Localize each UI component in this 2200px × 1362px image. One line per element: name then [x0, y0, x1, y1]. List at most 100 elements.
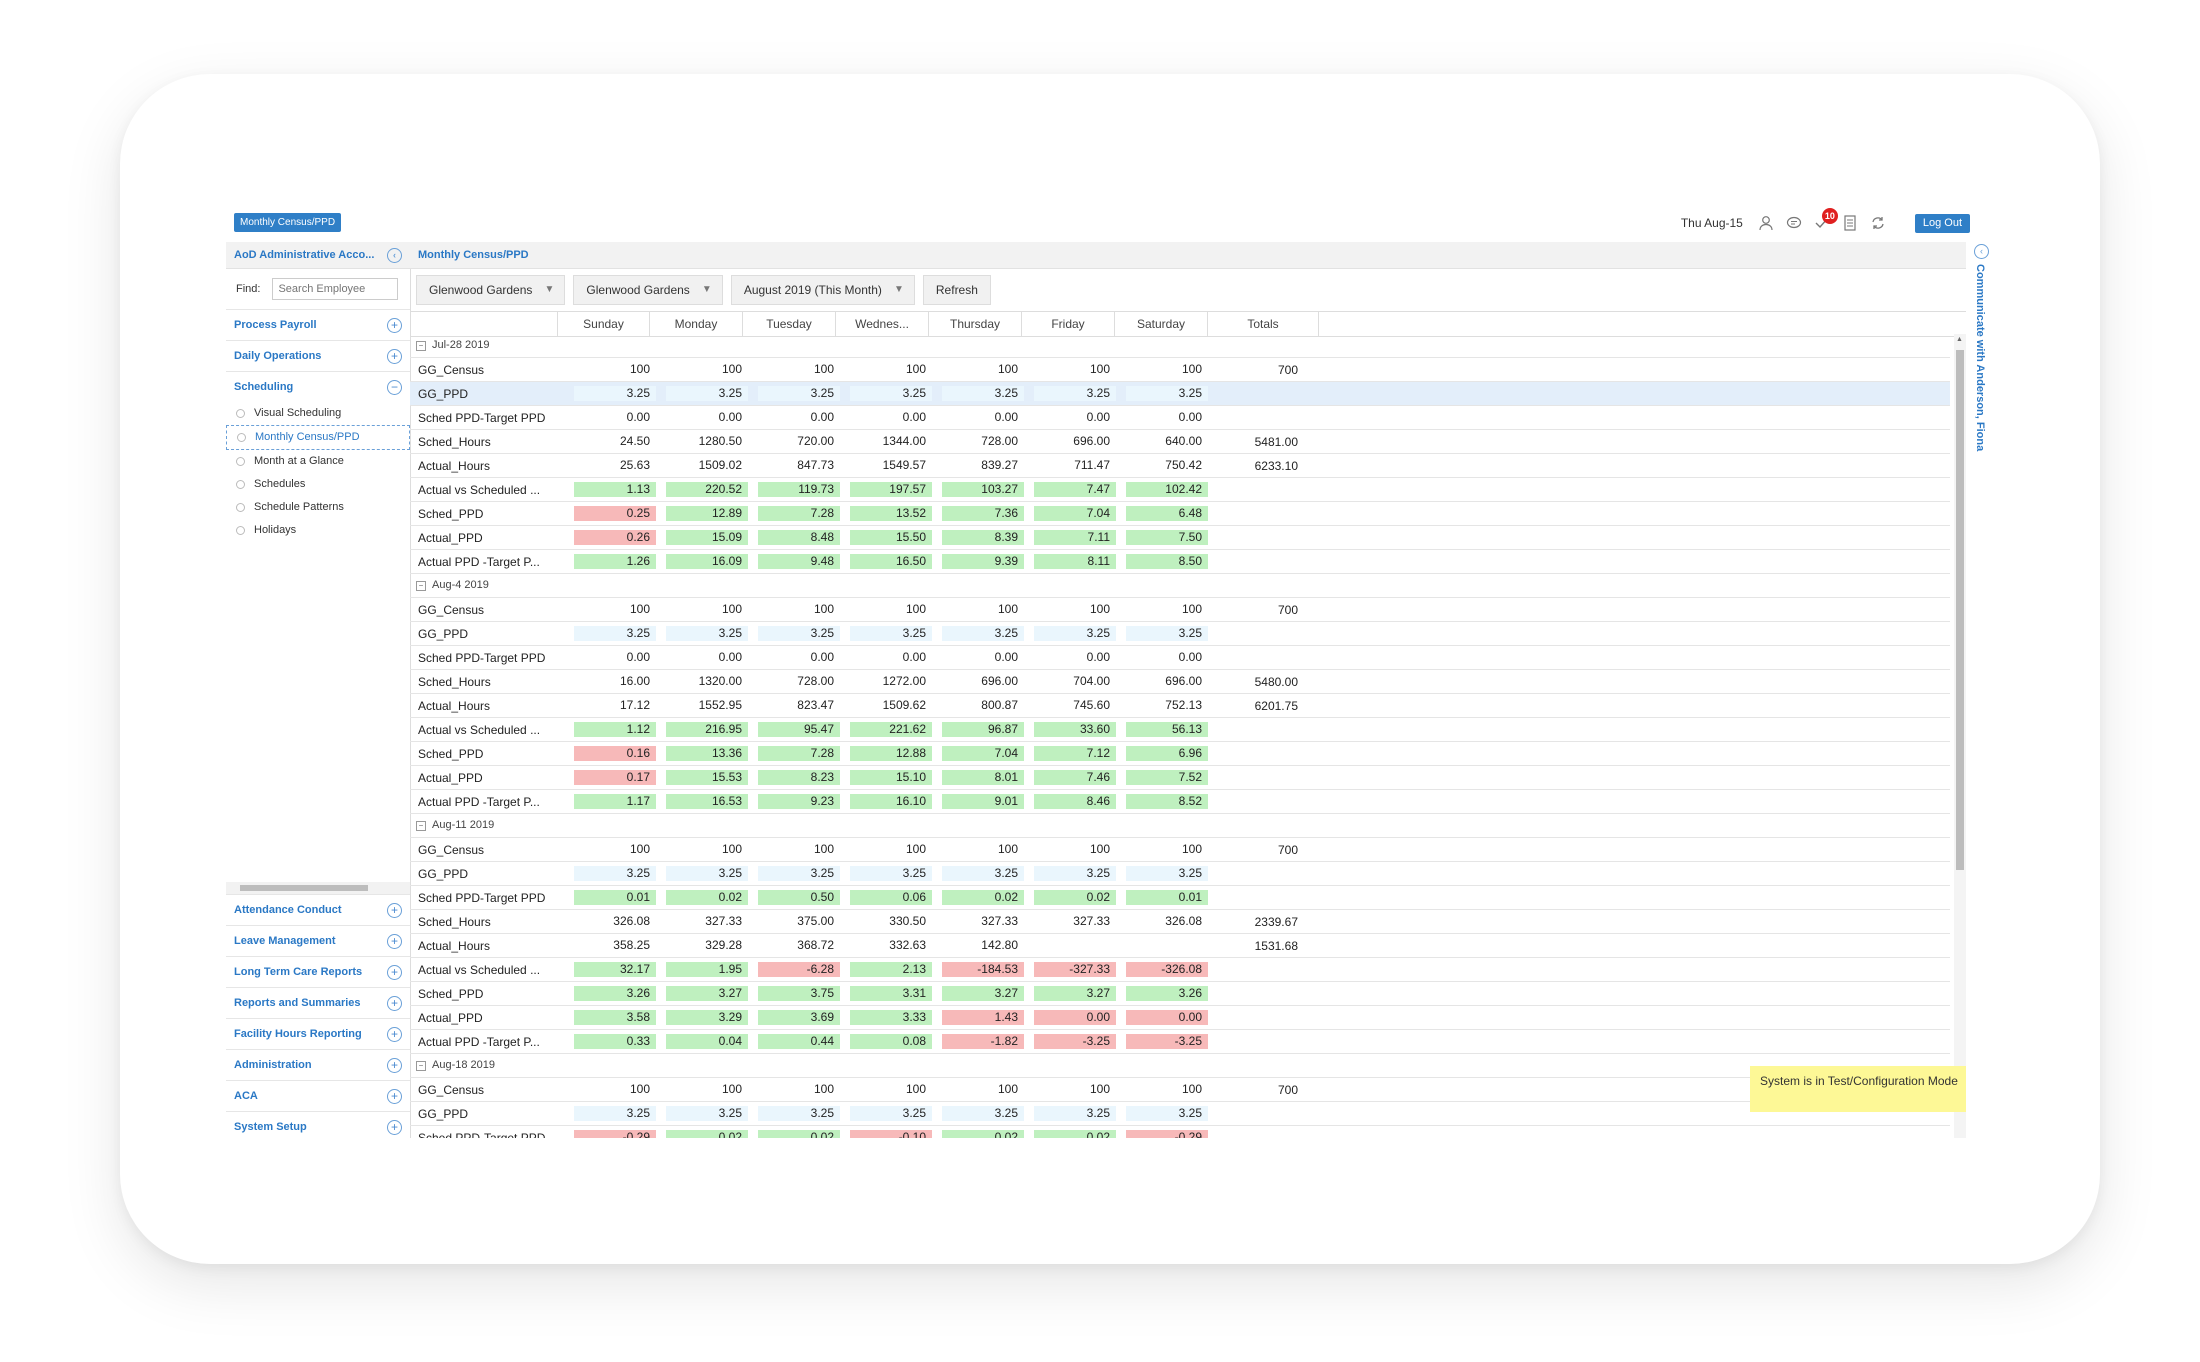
table-cell[interactable]: 752.13 — [1126, 698, 1208, 713]
sidebar-item-visual-scheduling[interactable]: Visual Scheduling — [226, 402, 410, 425]
sidebar-item-month-at-a-glance[interactable]: Month at a Glance — [226, 450, 410, 473]
table-cell[interactable]: 7.04 — [1034, 506, 1116, 521]
group-header[interactable]: − Aug-18 2019 — [410, 1054, 1950, 1078]
grid-vertical-scrollbar[interactable]: ▲ — [1954, 334, 1966, 1138]
table-cell[interactable]: 100 — [1034, 362, 1116, 377]
table-cell[interactable]: 100 — [942, 602, 1024, 617]
table-cell[interactable]: 3.25 — [1034, 626, 1116, 641]
table-cell[interactable] — [1034, 938, 1116, 953]
table-cell[interactable]: 0.50 — [758, 890, 840, 905]
table-cell[interactable]: 0.02 — [758, 1130, 840, 1138]
sidebar-item-schedules[interactable]: Schedules — [226, 473, 410, 496]
table-cell[interactable]: 0.00 — [1126, 650, 1208, 665]
table-cell[interactable]: 0.00 — [1034, 1010, 1116, 1025]
column-header[interactable]: Sunday — [558, 312, 650, 336]
table-cell[interactable]: 0.00 — [1034, 410, 1116, 425]
table-cell[interactable]: 100 — [666, 602, 748, 617]
expand-icon[interactable]: + — [387, 996, 402, 1011]
document-icon[interactable] — [1841, 214, 1859, 232]
table-cell[interactable]: 3.69 — [758, 1010, 840, 1025]
table-cell[interactable]: 0.26 — [574, 530, 656, 545]
table-cell[interactable]: -3.25 — [1034, 1034, 1116, 1049]
table-row[interactable]: Actual_Hours 25.63 1509.02 847.73 1549.57 839… — [410, 454, 1950, 478]
table-cell[interactable]: 3.29 — [666, 1010, 748, 1025]
expand-icon[interactable]: + — [387, 1089, 402, 1104]
table-row[interactable]: Sched_Hours 326.08 327.33 375.00 330.50 327.3… — [410, 910, 1950, 934]
table-cell[interactable]: 25.63 — [574, 458, 656, 473]
table-cell[interactable]: 327.33 — [1034, 914, 1116, 929]
table-row[interactable]: Sched PPD-Target PPD 0.00 0.00 0.00 0.00 0.00… — [410, 406, 1950, 430]
chat-icon[interactable] — [1785, 214, 1803, 232]
table-row[interactable]: Actual vs Scheduled ... 32.17 1.95 -6.28 2.1… — [410, 958, 1950, 982]
table-cell[interactable]: 3.58 — [574, 1010, 656, 1025]
sidebar-section-long-term-care-reports[interactable]: Long Term Care Reports + — [226, 956, 410, 987]
notifications-icon[interactable]: 10 — [1813, 208, 1838, 232]
table-row[interactable]: Actual_PPD 0.26 15.09 8.48 15.50 8.39 7.11 7.50 — [410, 526, 1950, 550]
table-cell[interactable]: 0.16 — [574, 746, 656, 761]
expand-icon[interactable]: + — [387, 318, 402, 333]
table-cell[interactable]: 1280.50 — [666, 434, 748, 449]
table-row[interactable]: Sched PPD-Target PPD 0.01 0.02 0.50 0.06 0.02… — [410, 886, 1950, 910]
table-cell[interactable]: 326.08 — [574, 914, 656, 929]
table-cell[interactable]: 103.27 — [942, 482, 1024, 497]
table-cell[interactable]: 1.95 — [666, 962, 748, 977]
table-cell[interactable]: -326.08 — [1126, 962, 1208, 977]
table-cell[interactable]: -3.25 — [1126, 1034, 1208, 1049]
table-cell[interactable]: 15.53 — [666, 770, 748, 785]
collapse-group-icon[interactable]: − — [416, 1060, 426, 1071]
table-cell[interactable]: 16.09 — [666, 554, 748, 569]
table-cell[interactable]: -6.28 — [758, 962, 840, 977]
table-cell[interactable]: 0.00 — [1034, 650, 1116, 665]
table-cell[interactable]: 1344.00 — [850, 434, 932, 449]
column-header[interactable]: Thursday — [929, 312, 1022, 336]
table-cell[interactable]: 16.53 — [666, 794, 748, 809]
table-cell[interactable]: 3.25 — [942, 386, 1024, 401]
table-cell[interactable]: 3.25 — [758, 866, 840, 881]
sidebar-section-leave-management[interactable]: Leave Management + — [226, 925, 410, 956]
table-cell[interactable]: 1.12 — [574, 722, 656, 737]
table-cell[interactable]: 8.46 — [1034, 794, 1116, 809]
sidebar-section-reports-and-summaries[interactable]: Reports and Summaries + — [226, 987, 410, 1018]
table-cell[interactable]: 3.27 — [942, 986, 1024, 1001]
logout-button[interactable]: Log Out — [1914, 213, 1970, 233]
table-cell[interactable]: 9.39 — [942, 554, 1024, 569]
table-cell[interactable]: 327.33 — [942, 914, 1024, 929]
table-cell[interactable]: 0.33 — [574, 1034, 656, 1049]
table-cell[interactable]: 1.13 — [574, 482, 656, 497]
table-cell[interactable]: 0.00 — [942, 410, 1024, 425]
facility-select-2[interactable]: Glenwood Gardens ▼ — [573, 275, 723, 305]
table-cell[interactable]: 16.50 — [850, 554, 932, 569]
table-cell[interactable]: 0.00 — [1126, 1010, 1208, 1025]
table-cell[interactable]: 329.28 — [666, 938, 748, 953]
table-cell[interactable]: 100 — [574, 602, 656, 617]
table-cell[interactable]: 3.25 — [758, 386, 840, 401]
search-employee-input[interactable] — [272, 278, 399, 300]
table-cell[interactable]: 728.00 — [758, 674, 840, 689]
table-cell[interactable]: 696.00 — [1034, 434, 1116, 449]
table-cell[interactable]: 221.62 — [850, 722, 932, 737]
table-cell[interactable]: 3.25 — [850, 386, 932, 401]
table-cell[interactable]: 0.02 — [666, 890, 748, 905]
user-icon[interactable] — [1757, 214, 1775, 232]
table-cell[interactable]: 327.33 — [666, 914, 748, 929]
table-cell[interactable]: 7.12 — [1034, 746, 1116, 761]
table-cell[interactable]: 1549.57 — [850, 458, 932, 473]
table-cell[interactable]: 3.26 — [574, 986, 656, 1001]
table-cell[interactable]: 100 — [574, 362, 656, 377]
table-cell[interactable]: -0.29 — [574, 1130, 656, 1138]
expand-icon[interactable]: + — [387, 349, 402, 364]
table-cell[interactable]: 1320.00 — [666, 674, 748, 689]
facility-select-1[interactable]: Glenwood Gardens ▼ — [416, 275, 566, 305]
table-cell[interactable]: 728.00 — [942, 434, 1024, 449]
table-cell[interactable]: 100 — [850, 1082, 932, 1097]
expand-icon[interactable]: + — [387, 1058, 402, 1073]
table-cell[interactable]: 3.25 — [850, 626, 932, 641]
table-cell[interactable]: 3.25 — [758, 626, 840, 641]
module-button[interactable]: Monthly Census/PPD — [234, 213, 342, 232]
table-cell[interactable]: 0.00 — [1126, 410, 1208, 425]
table-cell[interactable]: 3.25 — [850, 866, 932, 881]
table-row[interactable]: Sched PPD-Target PPD 0.00 0.00 0.00 0.00 0.00… — [410, 646, 1950, 670]
table-cell[interactable]: 358.25 — [574, 938, 656, 953]
table-cell[interactable]: 3.25 — [574, 866, 656, 881]
table-row[interactable]: GG_Census 100 100 100 100 100 100 100 700 — [410, 838, 1950, 862]
